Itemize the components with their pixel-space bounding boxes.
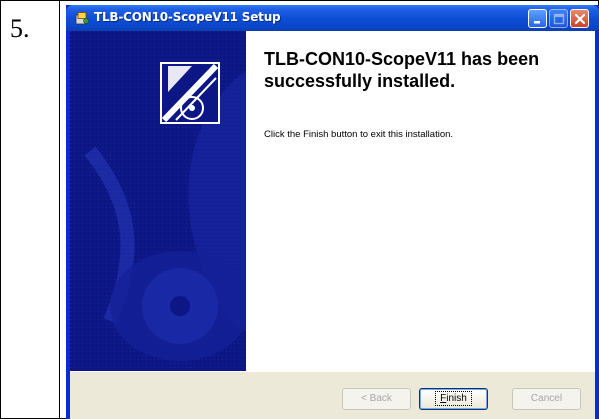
setup-window: TLB-CON10-ScopeV11 Setup TLB-CON10-Scope…	[66, 5, 599, 419]
completion-heading: TLB-CON10-ScopeV11 has been successfully…	[264, 49, 540, 91]
finish-button-label: Finish	[435, 391, 472, 406]
dialog-client-area: TLB-CON10-ScopeV11 has been successfully…	[70, 31, 595, 419]
setup-logo-icon	[160, 62, 220, 124]
minimize-button[interactable]	[528, 9, 547, 28]
cancel-button[interactable]: Cancel	[512, 388, 581, 410]
finish-button[interactable]: Finish	[419, 388, 488, 410]
title-bar[interactable]: TLB-CON10-ScopeV11 Setup	[66, 5, 599, 31]
close-icon	[574, 13, 586, 25]
button-bar: < Back Finish Cancel	[70, 371, 595, 419]
table-cell-divider	[59, 0, 60, 419]
window-title: TLB-CON10-ScopeV11 Setup	[94, 10, 281, 24]
completion-message: Click the Finish button to exit this ins…	[264, 129, 454, 140]
close-button[interactable]	[570, 9, 589, 28]
maximize-icon	[553, 13, 565, 25]
maximize-button[interactable]	[549, 9, 568, 28]
installer-banner	[70, 31, 246, 371]
cancel-button-label: Cancel	[530, 393, 563, 404]
back-button-label: < Back	[361, 393, 392, 404]
installer-icon	[75, 12, 89, 25]
back-button[interactable]: < Back	[342, 388, 411, 410]
minimize-icon	[534, 21, 540, 24]
step-number: 5.	[10, 14, 30, 43]
